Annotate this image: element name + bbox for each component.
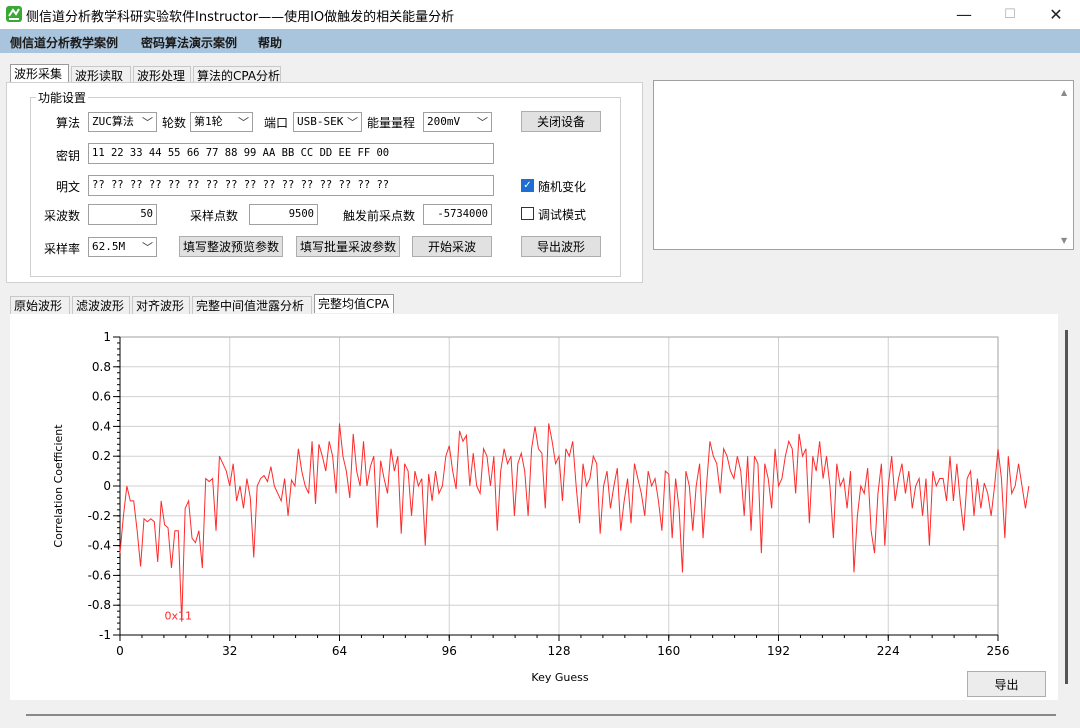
scroll-down-icon[interactable]: ▼	[1061, 236, 1067, 245]
window-title: 侧信道分析教学科研实验软件Instructor——使用IO做触发的相关能量分析	[26, 10, 455, 25]
y-tick-label: 0.6	[92, 390, 111, 404]
y-tick-label: 0.8	[92, 360, 111, 374]
export-chart-button[interactable]: 导出	[967, 671, 1046, 697]
fill-preview-params-button[interactable]: 填写整波预览参数	[179, 236, 283, 257]
x-tick-label: 224	[877, 644, 900, 658]
plaintext-input[interactable]: ?? ?? ?? ?? ?? ?? ?? ?? ?? ?? ?? ?? ?? ?…	[88, 175, 494, 196]
maximize-button[interactable]: ☐	[987, 0, 1033, 29]
range-select[interactable]: 200mV ﹀	[423, 112, 492, 132]
round-select[interactable]: 第1轮 ﹀	[190, 112, 253, 132]
sample-points-input[interactable]: 9500	[249, 204, 318, 225]
debug-mode-label: 调试模式	[538, 208, 587, 222]
x-tick-label: 128	[548, 644, 571, 658]
x-tick-label: 0	[116, 644, 124, 658]
menu-item-help[interactable]: 帮助	[258, 34, 282, 51]
pretrigger-label: 触发前采点数	[343, 209, 416, 223]
x-tick-label: 192	[767, 644, 790, 658]
x-tick-label: 160	[657, 644, 680, 658]
pretrigger-input[interactable]: -5734000	[423, 204, 492, 225]
round-label: 轮数	[162, 116, 187, 130]
random-change-checkbox[interactable]: ✓	[521, 179, 534, 192]
tab-raw-wave[interactable]: 原始波形	[10, 296, 70, 315]
key-label: 密钥	[56, 149, 81, 163]
plaintext-label: 明文	[56, 180, 81, 194]
chart-vertical-scrollbar[interactable]	[1058, 314, 1076, 700]
x-tick-label: 96	[442, 644, 457, 658]
x-tick-label: 64	[332, 644, 347, 658]
chart-horizontal-scrollbar[interactable]	[10, 708, 1062, 724]
y-tick-label: 0.4	[92, 419, 111, 433]
y-tick-label: -0.2	[88, 509, 111, 523]
wave-count-input[interactable]: 50	[88, 204, 157, 225]
y-tick-label: 0.2	[92, 449, 111, 463]
close-button[interactable]: ✕	[1033, 0, 1079, 29]
y-tick-label: -0.8	[88, 598, 111, 612]
key-input[interactable]: 11 22 33 44 55 66 77 88 99 AA BB CC DD E…	[88, 143, 494, 164]
fill-batch-params-button[interactable]: 填写批量采波参数	[296, 236, 400, 257]
range-label: 能量量程	[367, 116, 416, 130]
x-tick-label: 256	[987, 644, 1010, 658]
y-tick-label: -1	[99, 628, 111, 642]
chevron-down-icon: ﹀	[347, 116, 358, 129]
app-logo-icon	[6, 6, 22, 22]
scroll-up-icon[interactable]: ▲	[1061, 88, 1067, 97]
scrollbar-thumb[interactable]	[1065, 330, 1068, 684]
chart-grid	[119, 336, 999, 636]
port-label: 端口	[264, 116, 289, 130]
x-tick-labels: 0 32 64 96 128 160 192 224 256	[116, 644, 1009, 658]
menu-item-crypto-demo[interactable]: 密码算法演示案例	[141, 34, 237, 51]
x-tick-label: 32	[222, 644, 237, 658]
random-change-label: 随机变化	[538, 180, 587, 194]
tab-filtered-wave[interactable]: 滤波波形	[72, 296, 130, 315]
chevron-down-icon: ﹀	[238, 116, 249, 129]
menu-item-sca-cases[interactable]: 侧信道分析教学案例	[10, 34, 118, 51]
tab-mean-cpa[interactable]: 完整均值CPA	[314, 294, 394, 313]
y-axis-label: Correlation Coefficient	[52, 424, 65, 548]
y-tick-labels: 1 0.8 0.6 0.4 0.2 0 -0.2 -0.4 -0.6 -0.8 -1	[88, 330, 111, 642]
log-textbox[interactable]	[653, 80, 1074, 250]
cpa-chart: 1 0.8 0.6 0.4 0.2 0 -0.2 -0.4 -0.6 -0.8 -1 0 32 64 96…	[52, 330, 1030, 684]
algo-label: 算法	[56, 116, 81, 130]
export-wave-button[interactable]: 导出波形	[521, 236, 601, 257]
algo-select[interactable]: ZUC算法 ﹀	[88, 112, 157, 132]
chevron-down-icon: ﹀	[142, 241, 153, 254]
close-device-button[interactable]: 关闭设备	[521, 111, 601, 132]
wave-count-label: 采波数	[44, 209, 81, 223]
tab-leakage-analysis[interactable]: 完整中间值泄露分析	[192, 296, 312, 315]
sample-rate-select[interactable]: 62.5M ﹀	[88, 237, 157, 257]
y-tick-label: -0.6	[88, 568, 111, 582]
scrollbar-thumb[interactable]	[26, 714, 1056, 716]
debug-mode-checkbox[interactable]	[521, 207, 534, 220]
minimize-button[interactable]: —	[941, 0, 987, 29]
y-tick-label: 1	[103, 330, 111, 344]
correlation-series-line	[119, 423, 1030, 622]
tab-aligned-wave[interactable]: 对齐波形	[132, 296, 190, 315]
tab-wave-capture[interactable]: 波形采集	[10, 64, 69, 83]
sample-rate-label: 采样率	[44, 242, 81, 256]
chevron-down-icon: ﹀	[477, 116, 488, 129]
port-select[interactable]: USB-SEK ﹀	[293, 112, 362, 132]
start-capture-button[interactable]: 开始采波	[412, 236, 492, 257]
x-axis-label: Key Guess	[531, 671, 588, 684]
y-tick-label: -0.4	[88, 539, 111, 553]
settings-group-title: 功能设置	[36, 89, 89, 106]
chevron-down-icon: ﹀	[142, 116, 153, 129]
sample-points-label: 采样点数	[190, 209, 239, 223]
y-tick-label: 0	[103, 479, 111, 493]
peak-annotation: 0x11	[165, 610, 193, 623]
